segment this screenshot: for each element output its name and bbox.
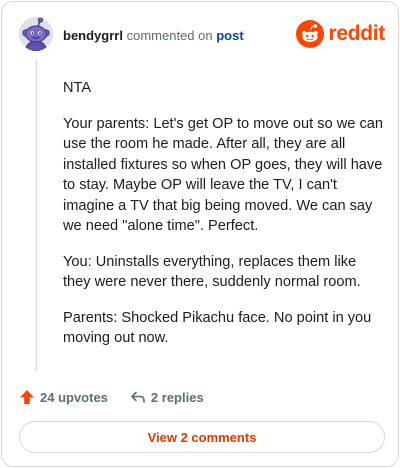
upvote-arrow-icon (20, 390, 34, 404)
comment-header: bendygrrl commented on post reddit (19, 17, 385, 53)
upvote-button[interactable]: 24 upvotes (19, 389, 108, 405)
upvote-count: 24 upvotes (40, 389, 108, 405)
reddit-snoo-icon (296, 20, 325, 48)
replies-button[interactable]: 2 replies (130, 389, 204, 405)
thread-line (36, 59, 37, 371)
reply-count: 2 replies (150, 389, 204, 405)
view-comments-button[interactable]: View 2 comments (19, 421, 385, 453)
reply-arrow-icon (131, 391, 145, 403)
comment-paragraph: You: Uninstalls everything, replaces the… (63, 253, 361, 291)
comment-paragraph: Your parents: Let's get OP to move out s… (63, 115, 383, 235)
byline-action-text: commented on (126, 28, 213, 43)
user-avatar[interactable] (19, 17, 53, 51)
comment-paragraph: Parents: Shocked Pikachu face. No point … (63, 309, 372, 347)
embedded-comment-card: bendygrrl commented on post reddit NTA Y… (1, 1, 399, 467)
author-username[interactable]: bendygrrl (63, 28, 123, 43)
reddit-logo[interactable]: reddit (296, 20, 385, 48)
brand-name: reddit (328, 22, 385, 45)
comment-paragraph: NTA (63, 80, 92, 96)
comment-body: NTA Your parents: Let's get OP to move o… (63, 78, 385, 364)
comment-byline: bendygrrl commented on post (63, 28, 244, 43)
comment-actions: 24 upvotes 2 replies (19, 388, 204, 406)
post-link[interactable]: post (216, 28, 243, 43)
